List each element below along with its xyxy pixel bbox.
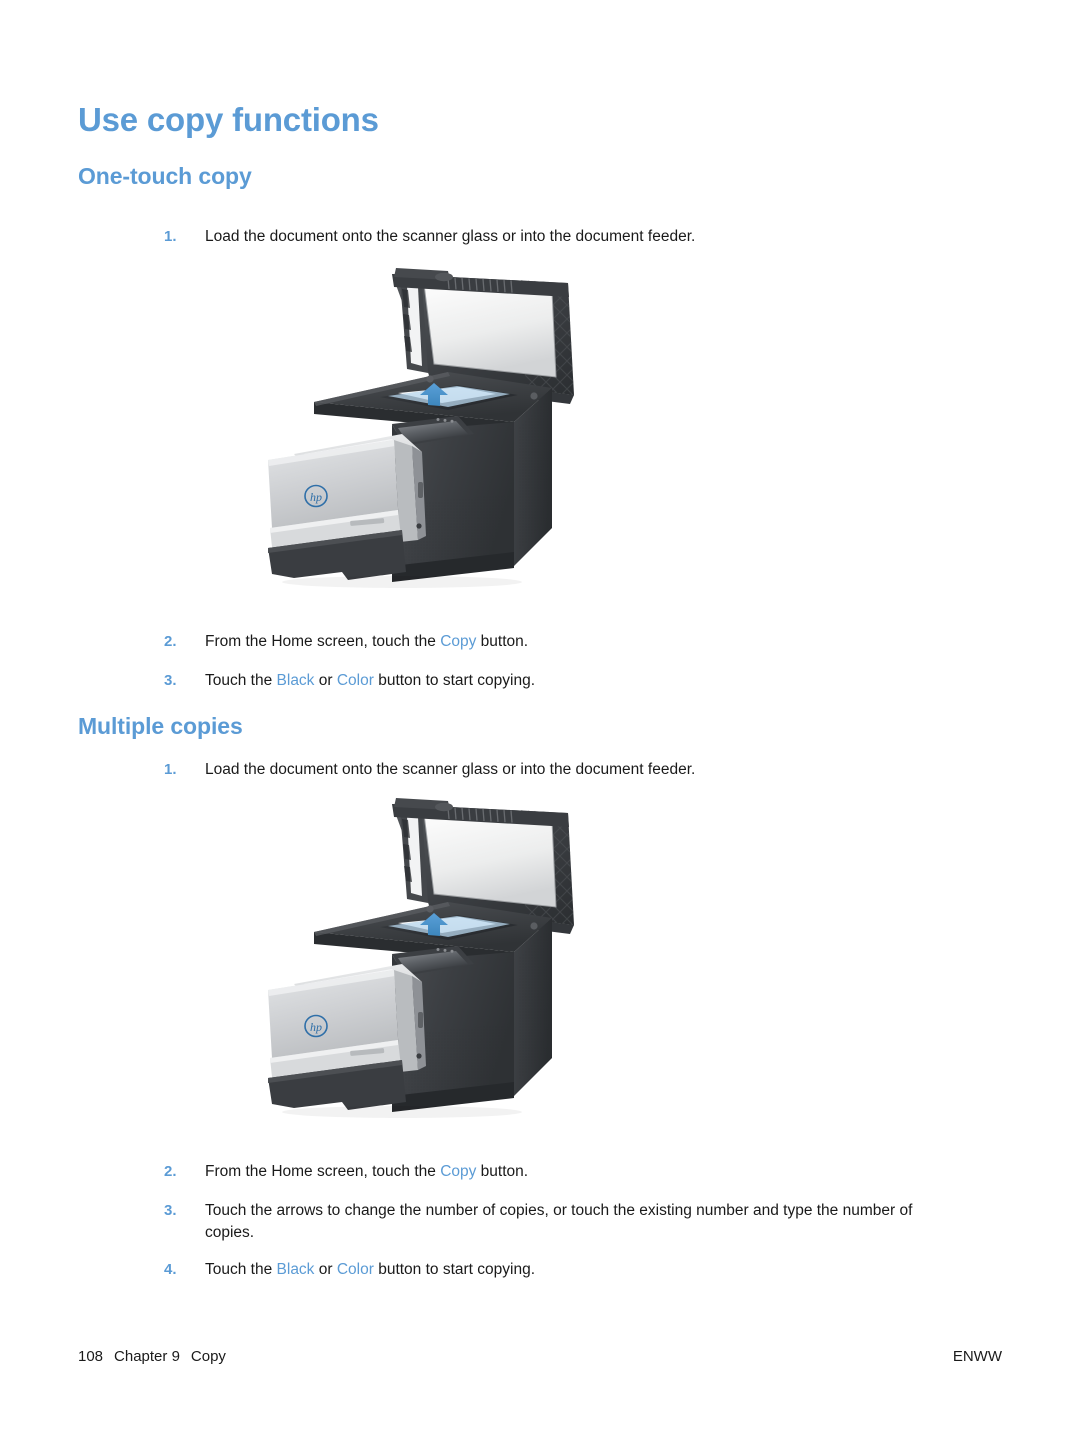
step-text-pre: From the Home screen, touch the xyxy=(205,633,441,650)
ui-reference-copy: Copy xyxy=(440,633,477,650)
printer-illustration: hp xyxy=(252,786,612,1146)
page-title: Use copy functions xyxy=(78,101,379,138)
step-text-mid: button. xyxy=(476,633,529,650)
step-item: 1. Load the document onto the scanner gl… xyxy=(164,759,964,781)
step-text: Touch the arrows to change the number of… xyxy=(205,1202,913,1241)
footer-chapter: Chapter 9 xyxy=(114,1348,180,1365)
step-text-pre: From the Home screen, touch the xyxy=(205,1163,441,1180)
ui-reference-color: Color xyxy=(336,1261,374,1278)
document-page: Use copy functions One-touch copy 1. Loa… xyxy=(0,0,1080,1437)
section-heading-multiple-copies: Multiple copies xyxy=(78,713,243,739)
step-text: Load the document onto the scanner glass… xyxy=(205,761,696,778)
printer-illustration: hp xyxy=(252,256,612,616)
footer-left: 108 Chapter 9 Copy xyxy=(78,1348,226,1365)
footer-language-code: ENWW xyxy=(952,1348,1002,1365)
step-item: 1. Load the document onto the scanner gl… xyxy=(164,226,964,248)
step-number: 2. xyxy=(164,1163,177,1180)
section-heading-one-touch-copy: One-touch copy xyxy=(78,163,252,189)
svg-text:hp: hp xyxy=(310,490,322,504)
step-number: 1. xyxy=(164,228,177,245)
step-item: 3. Touch the arrows to change the number… xyxy=(164,1200,964,1244)
step-text-pre: Touch the xyxy=(205,672,277,689)
step-text: Load the document onto the scanner glass… xyxy=(205,228,696,245)
step-text: Touch the Black or Color button to start… xyxy=(205,670,964,692)
step-text-mid: button. xyxy=(476,1163,529,1180)
step-text-post: button to start copying. xyxy=(373,672,536,689)
svg-text:hp: hp xyxy=(310,1020,322,1034)
step-text-mid: or xyxy=(314,1261,337,1278)
page-footer: 108 Chapter 9 Copy ENWW xyxy=(78,1348,1002,1368)
step-number: 4. xyxy=(164,1261,177,1278)
ui-reference-copy: Copy xyxy=(440,1163,477,1180)
step-text: From the Home screen, touch the Copy but… xyxy=(205,1161,964,1183)
step-number: 2. xyxy=(164,633,177,650)
step-item: 3. Touch the Black or Color button to st… xyxy=(164,670,964,692)
step-text-mid: or xyxy=(314,672,337,689)
step-item: 2. From the Home screen, touch the Copy … xyxy=(164,1161,964,1183)
step-item: 2. From the Home screen, touch the Copy … xyxy=(164,631,964,653)
step-text-pre: Touch the xyxy=(205,1261,277,1278)
step-text-post: button to start copying. xyxy=(373,1261,536,1278)
ui-reference-black: Black xyxy=(276,672,315,689)
step-number: 3. xyxy=(164,672,177,689)
step-number: 1. xyxy=(164,761,177,778)
step-item: 4. Touch the Black or Color button to st… xyxy=(164,1259,964,1281)
footer-chapter-title: Copy xyxy=(190,1348,226,1365)
footer-page-number: 108 xyxy=(78,1348,104,1365)
step-text: Touch the Black or Color button to start… xyxy=(205,1259,964,1281)
step-number: 3. xyxy=(164,1202,177,1219)
ui-reference-black: Black xyxy=(276,1261,315,1278)
step-text: From the Home screen, touch the Copy but… xyxy=(205,631,964,653)
ui-reference-color: Color xyxy=(336,672,374,689)
